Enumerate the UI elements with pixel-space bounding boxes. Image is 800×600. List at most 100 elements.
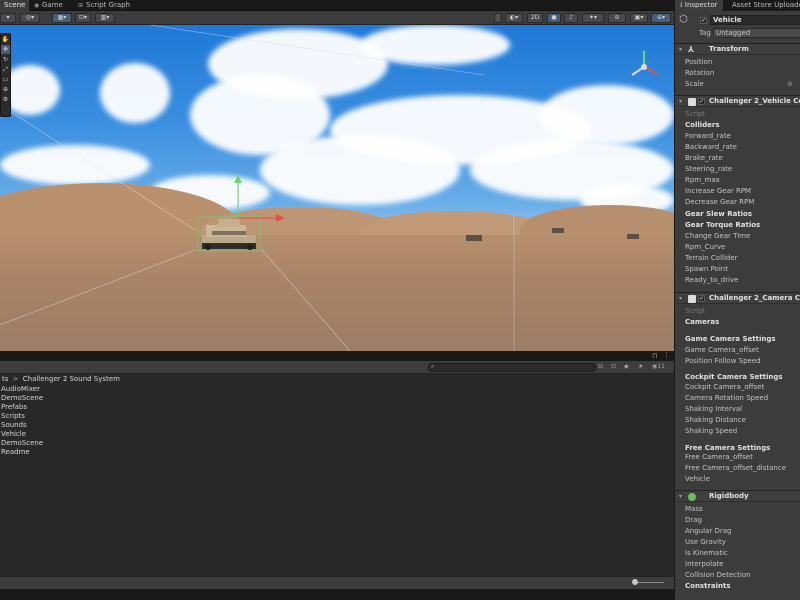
hand-tool-icon[interactable]: ✋ xyxy=(1,35,10,44)
rotate-tool-icon[interactable]: ↻ xyxy=(1,55,10,64)
list-item[interactable]: Readme xyxy=(0,448,674,457)
field-label: Terrain Collider xyxy=(685,254,738,262)
chevron-down-icon: ▾ xyxy=(679,295,683,302)
list-item[interactable]: Vehicle xyxy=(0,430,674,439)
hidden-packages-icon[interactable]: ◉11 xyxy=(652,363,665,370)
field-label: Cockpit Camera_offset xyxy=(685,383,765,391)
foldout-colliders-label: Colliders xyxy=(685,121,720,129)
shading-dropdown[interactable]: ◎▾ xyxy=(20,13,40,23)
icon-size-slider-handle[interactable] xyxy=(632,579,638,585)
camera-settings-dropdown[interactable]: ▣▾ xyxy=(630,13,648,23)
tab-scene[interactable]: Scene xyxy=(0,0,30,11)
foldout-cameras[interactable]: ▸Cameras xyxy=(685,317,800,328)
foldout-constraints[interactable]: ▸Constraints xyxy=(685,581,800,592)
audio-toggle-icon[interactable]: ♪ xyxy=(564,13,578,23)
breadcrumb-root[interactable]: ts xyxy=(2,375,8,383)
field-label: Rotation xyxy=(685,69,715,77)
filter-by-type-icon[interactable]: ⊟ xyxy=(598,363,603,370)
grid-snap-dropdown[interactable]: ▦▾ xyxy=(52,13,72,23)
breadcrumb: ts > Challenger 2 Sound System xyxy=(0,374,674,385)
foldout-gear-slew[interactable]: ▸Gear Slew Ratios xyxy=(685,209,800,220)
menu-icon[interactable]: ⋮ xyxy=(663,351,670,359)
rigidbody-header[interactable]: ▾ Rigidbody xyxy=(675,490,800,502)
chevron-down-icon: ▾ xyxy=(679,98,683,105)
object-name-field[interactable]: Vehicle xyxy=(710,15,800,25)
component-enabled-checkbox[interactable]: ✓ xyxy=(698,98,705,105)
scene-viewport[interactable]: ✋ ✥ ↻ ⤢ ▭ ⊕ ⚙ xyxy=(0,25,674,351)
project-search-input[interactable]: ⌕ xyxy=(428,363,596,372)
tab-script-graph[interactable]: ⊞ Script Graph xyxy=(74,0,134,11)
project-header: ⊓ ⋮ xyxy=(0,351,674,361)
transform-title: Transform xyxy=(709,45,749,53)
snap-increment-dropdown[interactable]: ⊡▾ xyxy=(75,13,91,23)
tab-inspector[interactable]: ℹ Inspector xyxy=(675,0,723,11)
more-icon[interactable]: ⋮ xyxy=(494,13,502,23)
tab-asset-store-uploader[interactable]: Asset Store Uploader xyxy=(727,0,800,11)
list-item[interactable]: AudioMixer xyxy=(0,385,674,394)
gameobject-icon: ⬡ xyxy=(679,14,688,25)
tab-scene-label: Scene xyxy=(4,1,26,9)
field-label: Ready_to_drive xyxy=(685,276,739,284)
breadcrumb-folder[interactable]: Challenger 2 Sound System xyxy=(23,375,120,383)
camera-frustum xyxy=(0,25,515,351)
scene-toolbar: ▾ ◎▾ ▦▾ ⊡▾ ▥▾ ⋮ ◐▾ 2D ● ♪ ✦▾ ⊘ ▣▾ ⊕▾ xyxy=(0,11,674,25)
scale-tool-icon[interactable]: ⤢ xyxy=(1,65,10,74)
vehicle-controller-header[interactable]: ▾ ✓ Challenger 2_Vehicle Contro xyxy=(675,95,800,107)
vehicle-controller-title: Challenger 2_Vehicle Contro xyxy=(709,97,800,105)
breadcrumb-separator: > xyxy=(12,375,19,383)
lock-icon[interactable]: ⊓ xyxy=(652,352,657,360)
list-item[interactable]: DemoScene xyxy=(0,439,674,448)
rect-tool-icon[interactable]: ▭ xyxy=(1,75,10,84)
move-tool-icon[interactable]: ✥ xyxy=(1,45,10,54)
field-label: Backward_rate xyxy=(685,143,737,151)
draw-mode-dropdown[interactable]: ▾ xyxy=(0,13,16,23)
field-label: Change Gear Time xyxy=(685,232,751,240)
inspector-tab-strip: ℹ Inspector Asset Store Uploader xyxy=(675,0,800,11)
inspector-panel: ℹ Inspector Asset Store Uploader ⬡ ✓ Veh… xyxy=(674,0,800,600)
field-label: Vehicle xyxy=(685,475,711,483)
link-icon[interactable]: ⊘ xyxy=(787,80,793,88)
grid-dropdown[interactable]: ▥▾ xyxy=(95,13,115,23)
toggle-2d-button[interactable]: 2D xyxy=(527,13,543,23)
hidden-objects-toggle[interactable]: ⊘ xyxy=(608,13,626,23)
transform-tool-icon[interactable]: ⊕ xyxy=(1,85,10,94)
label-icon[interactable]: ◆ xyxy=(624,363,629,370)
filter-by-label-icon[interactable]: ⊡ xyxy=(611,363,616,370)
list-item[interactable]: DemoScene xyxy=(0,394,674,403)
transform-handle[interactable] xyxy=(228,173,292,225)
tab-script-graph-label: Script Graph xyxy=(86,1,130,9)
effects-dropdown[interactable]: ✦▾ xyxy=(582,13,604,23)
transform-header[interactable]: ▾ ⅄ Transform xyxy=(675,43,800,55)
foldout-gear-torque-label: Gear Torque Ratios xyxy=(685,221,761,229)
field-label: Collision Detection xyxy=(685,571,751,579)
lighting-toggle-icon[interactable]: ● xyxy=(547,13,561,23)
field-label: Game Camera_offset xyxy=(685,346,759,354)
camera-controller-header[interactable]: ▾ ✓ Challenger 2_Camera Contro xyxy=(675,292,800,304)
tag-dropdown[interactable]: Untagged xyxy=(713,28,800,38)
custom-tool-icon[interactable]: ⚙ xyxy=(1,95,10,104)
tab-asset-store-label: Asset Store Uploader xyxy=(732,1,800,9)
tab-game[interactable]: ◉ Game xyxy=(30,0,67,11)
rigidbody-title: Rigidbody xyxy=(709,492,749,500)
gizmos-dropdown[interactable]: ⊕▾ xyxy=(651,13,671,23)
list-item[interactable]: Prefabs xyxy=(0,403,674,412)
render-mode-dropdown[interactable]: ◐▾ xyxy=(505,13,523,23)
favorite-icon[interactable]: ★ xyxy=(638,363,643,370)
script-field-label: Script xyxy=(685,110,706,118)
section-header: Game Camera Settings xyxy=(685,335,776,343)
field-label: Spawn Point xyxy=(685,265,728,273)
component-enabled-checkbox[interactable]: ✓ xyxy=(698,295,705,302)
camera-controller-title: Challenger 2_Camera Contro xyxy=(709,294,800,302)
script-field-label: Script xyxy=(685,307,706,315)
tag-label: Tag xyxy=(699,29,711,37)
field-label: Brake_rate xyxy=(685,154,723,162)
script-icon xyxy=(688,295,696,303)
foldout-gear-torque[interactable]: ▸Gear Torque Ratios xyxy=(685,220,800,231)
field-label: Is Kinematic xyxy=(685,549,728,557)
list-item[interactable]: Scripts xyxy=(0,412,674,421)
foldout-colliders[interactable]: ▸Colliders xyxy=(685,120,800,131)
field-label: Steering_rate xyxy=(685,165,733,173)
orientation-gizmo[interactable] xyxy=(624,47,664,87)
list-item[interactable]: Sounds xyxy=(0,421,674,430)
active-checkbox[interactable]: ✓ xyxy=(700,17,707,24)
